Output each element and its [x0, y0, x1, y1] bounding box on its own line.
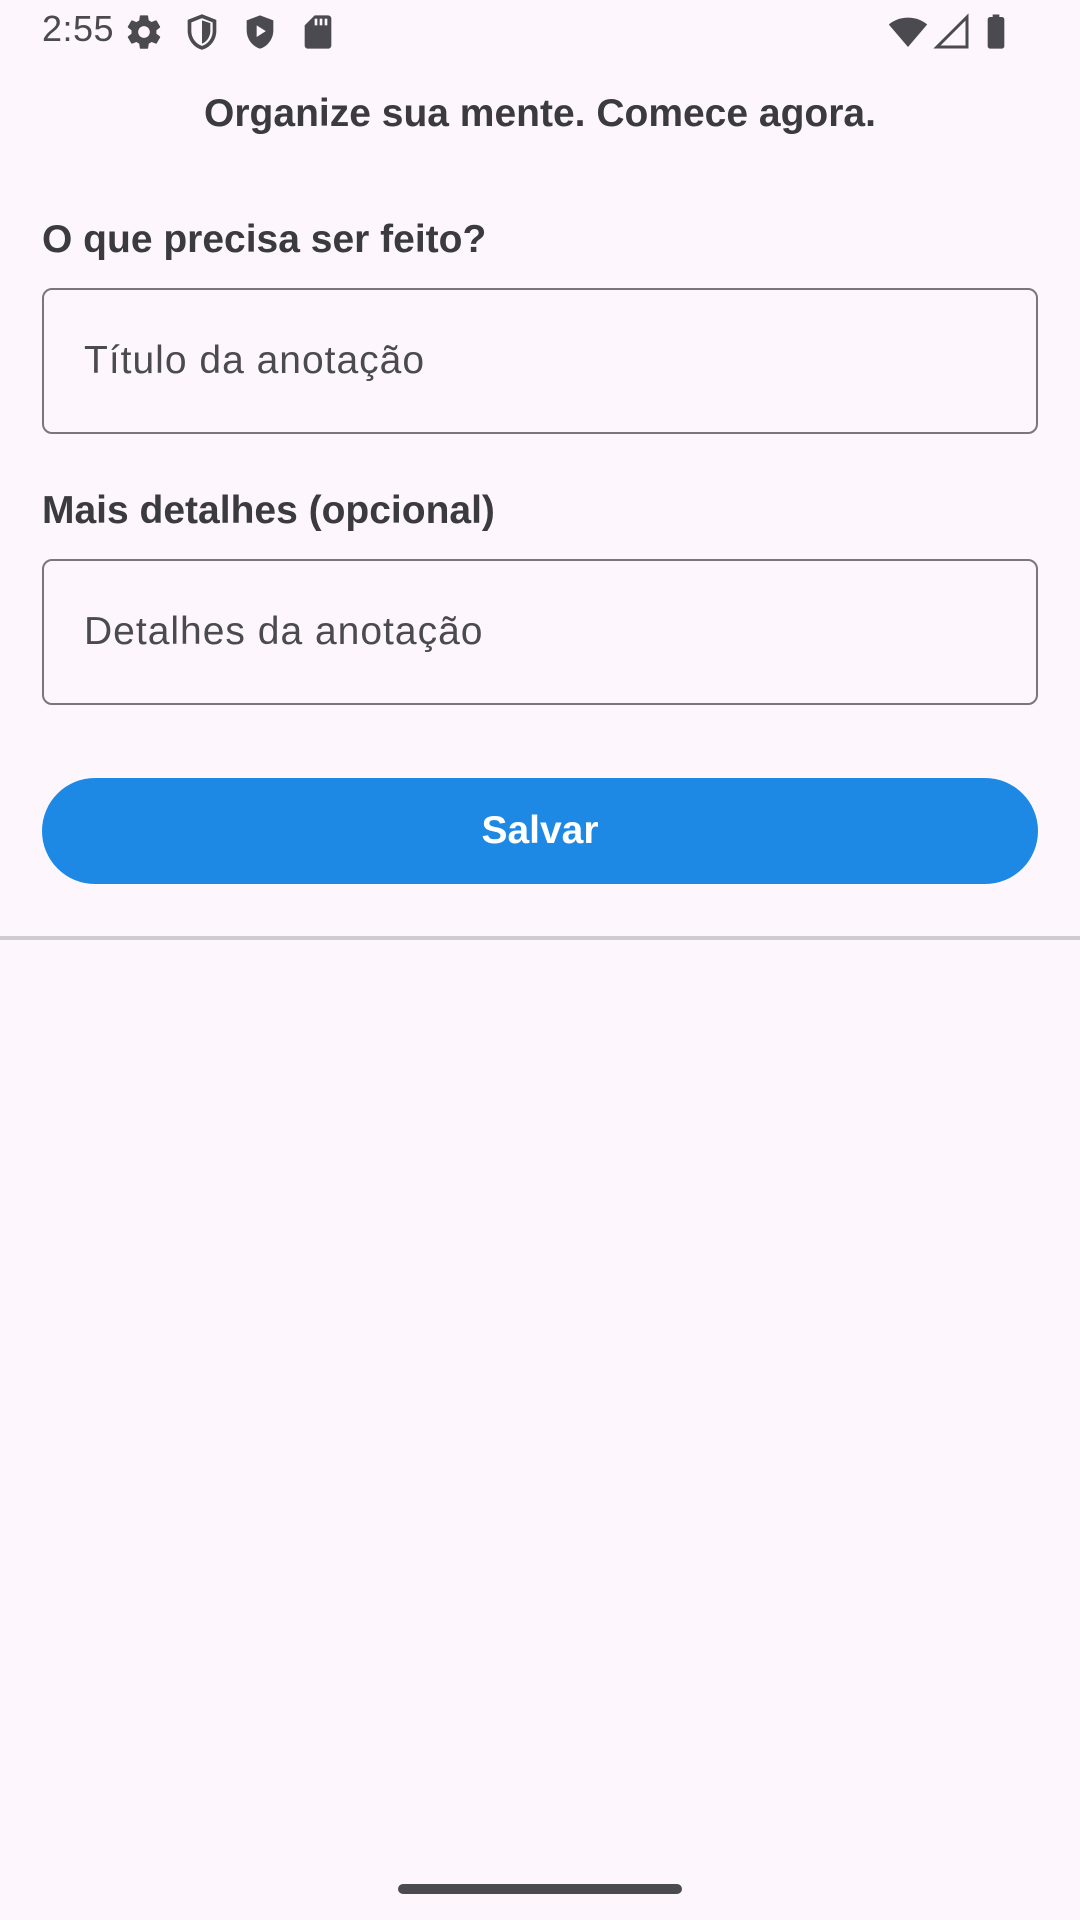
battery-icon	[976, 12, 1016, 52]
status-time: 2:55	[42, 8, 115, 49]
settings-icon	[124, 12, 164, 52]
sd-card-icon	[298, 12, 338, 52]
cellular-signal-icon	[932, 12, 972, 52]
status-bar: 2:55	[0, 0, 1080, 64]
shield-icon	[182, 12, 222, 52]
play-protect-icon	[240, 12, 280, 52]
title-field-label: O que precisa ser feito?	[42, 218, 487, 261]
title-input[interactable]	[42, 288, 1038, 434]
divider	[0, 936, 1080, 940]
wifi-icon	[888, 12, 928, 52]
details-input[interactable]	[42, 559, 1038, 705]
details-field-label: Mais detalhes (opcional)	[42, 489, 495, 532]
home-indicator[interactable]	[398, 1884, 682, 1894]
save-button[interactable]: Salvar	[42, 778, 1038, 884]
page-title: Organize sua mente. Comece agora.	[204, 92, 876, 135]
